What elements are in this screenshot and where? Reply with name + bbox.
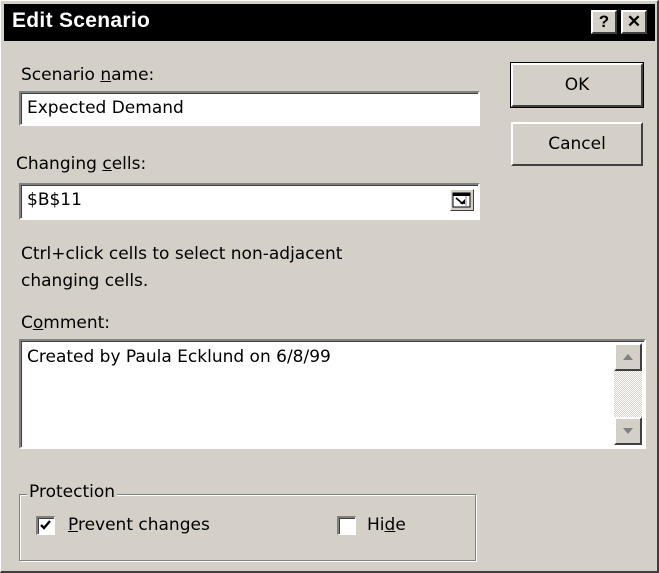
- prevent-changes-checkbox[interactable]: [36, 516, 55, 535]
- help-button[interactable]: ?: [591, 10, 617, 34]
- comment-value: Created by Paula Ecklund on 6/8/99: [27, 347, 331, 367]
- cancel-button[interactable]: Cancel: [511, 122, 643, 166]
- hide-label[interactable]: Hide: [367, 515, 406, 535]
- close-button[interactable]: ✕: [621, 10, 647, 34]
- scroll-down-button[interactable]: [614, 417, 642, 445]
- prevent-changes-label[interactable]: Prevent changes: [68, 515, 210, 535]
- comment-scrollbar[interactable]: [614, 343, 642, 445]
- scenario-name-input[interactable]: Expected Demand: [19, 91, 480, 126]
- window-title: Edit Scenario: [12, 9, 151, 32]
- collapse-dialog-button[interactable]: [450, 189, 474, 211]
- hint-line-1: Ctrl+click cells to select non-adjacent: [21, 244, 343, 264]
- ok-button[interactable]: OK: [510, 62, 644, 108]
- changing-cells-value: $B$11: [27, 190, 82, 210]
- comment-label: Comment:: [21, 313, 111, 333]
- scenario-name-label: Scenario name:: [21, 65, 155, 85]
- changing-cells-label: Changing cells:: [16, 154, 147, 174]
- edit-scenario-dialog: Edit Scenario ? ✕ Scenario name: Expecte…: [0, 0, 659, 573]
- scenario-name-value: Expected Demand: [27, 98, 184, 118]
- changing-cells-input[interactable]: $B$11: [19, 183, 480, 220]
- title-bar: Edit Scenario ? ✕: [4, 4, 655, 41]
- comment-textarea[interactable]: Created by Paula Ecklund on 6/8/99: [19, 339, 646, 449]
- scroll-up-button[interactable]: [614, 343, 642, 371]
- close-icon: ✕: [626, 12, 642, 31]
- hide-checkbox[interactable]: [337, 516, 356, 535]
- protection-title: Protection: [27, 482, 118, 502]
- arrow-down-icon: [623, 428, 633, 434]
- checkmark-icon: [40, 520, 51, 530]
- arrow-up-icon: [623, 354, 633, 360]
- hint-line-2: changing cells.: [21, 271, 149, 291]
- help-icon: ?: [598, 12, 610, 31]
- collapse-dialog-icon: [452, 192, 471, 208]
